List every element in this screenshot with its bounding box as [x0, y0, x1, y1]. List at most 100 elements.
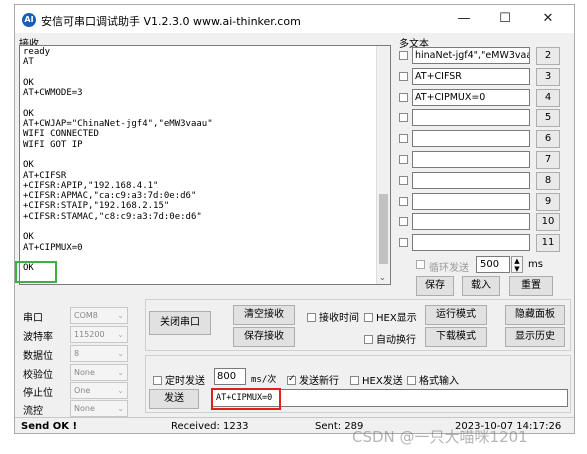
show-history-button[interactable]: 显示历史: [505, 327, 565, 347]
multi-row-checkbox[interactable]: [399, 155, 408, 164]
flow-select[interactable]: None ⌄: [70, 400, 128, 417]
receive-line: +CIFSR:STAMAC,"c8:c9:a3:7d:0e:d6": [23, 211, 202, 222]
loop-send-checkbox[interactable]: [416, 260, 425, 269]
multi-row-checkbox[interactable]: [399, 196, 408, 206]
port-value: COM8: [74, 311, 98, 320]
multi-row-send-button[interactable]: 3: [536, 67, 560, 86]
receive-line: [23, 222, 213, 232]
multi-row-send-button[interactable]: 6: [536, 130, 560, 149]
multi-row-input[interactable]: [412, 213, 530, 231]
flow-value: None: [74, 404, 95, 413]
baud-label: 波特率: [23, 332, 53, 343]
maximize-button[interactable]: ☐: [487, 9, 523, 29]
multi-row-checkbox[interactable]: [399, 92, 408, 102]
multi-row-send-button[interactable]: 8: [536, 171, 560, 190]
checkbox-box: [350, 376, 359, 385]
hex-send-checkbox[interactable]: HEX发送: [350, 372, 403, 387]
clear-receive-button[interactable]: 清空接收: [233, 305, 295, 325]
receive-line: OK: [23, 108, 34, 119]
flow-label: 流控: [23, 406, 43, 417]
receive-line: OK: [23, 160, 34, 171]
multi-row-checkbox[interactable]: [399, 217, 408, 227]
chevron-down-icon: ⌄: [117, 349, 124, 358]
multi-row-send-button[interactable]: 11: [536, 234, 560, 253]
multi-row-checkbox[interactable]: [399, 134, 408, 144]
load-multi-button[interactable]: 载入: [462, 276, 500, 296]
multi-row-input[interactable]: AT+CIPMUX=0: [412, 88, 530, 106]
download-mode-button[interactable]: 下载模式: [425, 327, 487, 347]
parity-value: None: [74, 368, 95, 377]
multi-text-row: hinaNet-jgf4","eMW3vaau" 2: [399, 47, 569, 65]
loop-interval-input[interactable]: 500: [476, 256, 510, 273]
watermark: CSDN @一只大喵咪1201: [352, 428, 528, 446]
hex-send-label: HEX发送: [362, 376, 403, 387]
parity-select[interactable]: None ⌄: [70, 364, 128, 381]
multi-row-send-button[interactable]: 10: [536, 213, 560, 232]
multi-row-input[interactable]: hinaNet-jgf4","eMW3vaau": [412, 47, 530, 64]
send-status: Send OK !: [21, 421, 78, 432]
save-receive-button[interactable]: 保存接收: [233, 327, 295, 347]
receive-textarea[interactable]: ready AT OK AT+CWMODE=3 OK AT+CWJAP="ChinaNet…: [19, 45, 391, 285]
title-bar[interactable]: AI 安信可串口调试助手 V1.2.3.0 www.ai-thinker.com…: [15, 5, 574, 33]
multi-row-input[interactable]: [412, 234, 530, 252]
multi-row-send-button[interactable]: 9: [536, 192, 560, 211]
format-input-label: 格式输入: [419, 376, 459, 387]
parity-label: 校验位: [23, 370, 53, 381]
multi-row-input[interactable]: [412, 171, 530, 189]
multi-row-input[interactable]: [412, 130, 530, 148]
databits-select[interactable]: 8 ⌄: [70, 345, 128, 362]
checkbox-box: [287, 374, 296, 385]
receive-line: AT+CWMODE=3: [23, 88, 83, 99]
multi-row-input[interactable]: AT+CIFSR: [412, 67, 530, 85]
receive-scrollbar[interactable]: ⌄: [376, 46, 390, 284]
port-select[interactable]: COM8 ⌄: [70, 307, 128, 324]
spinner-arrows-icon[interactable]: ▲ ▼: [511, 256, 523, 273]
checkbox-box: [307, 313, 316, 322]
multi-row-checkbox[interactable]: [399, 113, 408, 123]
multi-row-send-button[interactable]: 4: [536, 88, 560, 107]
chevron-down-icon: ⌄: [117, 404, 124, 413]
format-input-checkbox[interactable]: 格式输入: [407, 372, 459, 387]
checkbox-box: [407, 376, 416, 385]
close-port-button[interactable]: 关闭串口: [149, 311, 211, 335]
multi-row-checkbox[interactable]: [399, 71, 408, 81]
multi-row-input[interactable]: [412, 192, 530, 210]
multi-text-row: 10: [399, 213, 569, 232]
baud-value: 115200: [74, 330, 105, 339]
timed-interval-input[interactable]: 800: [214, 368, 246, 385]
auto-wrap-checkbox[interactable]: 自动换行: [364, 331, 416, 346]
app-logo-icon: AI: [22, 13, 36, 27]
receive-line: [23, 98, 213, 108]
receive-line: ready: [23, 47, 51, 57]
multi-text-row: AT+CIFSR 3: [399, 67, 569, 86]
timed-send-checkbox[interactable]: 定时发送: [153, 372, 205, 387]
scroll-down-arrow-icon[interactable]: ⌄: [379, 273, 386, 282]
run-mode-button[interactable]: 运行模式: [425, 305, 487, 325]
multi-text-row: 5: [399, 109, 569, 128]
scrollbar-thumb[interactable]: [379, 194, 388, 264]
multi-row-checkbox[interactable]: [399, 238, 408, 248]
reset-multi-button[interactable]: 重置: [509, 276, 553, 296]
receive-line: WIFI GOT IP: [23, 139, 83, 150]
receive-line: AT: [23, 57, 34, 68]
hex-display-checkbox[interactable]: HEX显示: [364, 309, 417, 324]
receive-line: +CIFSR:STAIP,"192.168.2.15": [23, 201, 170, 212]
multi-row-input[interactable]: [412, 151, 530, 168]
multi-row-send-button[interactable]: 5: [536, 109, 560, 128]
databits-label: 数据位: [23, 351, 53, 362]
hide-panel-button[interactable]: 隐藏面板: [505, 305, 565, 325]
multi-row-input[interactable]: [412, 109, 530, 127]
minimize-button[interactable]: —: [446, 9, 482, 29]
close-button[interactable]: ✕: [530, 9, 566, 29]
checkbox-box: [364, 313, 373, 322]
multi-row-checkbox[interactable]: [399, 175, 408, 185]
baud-select[interactable]: 115200 ⌄: [70, 326, 128, 343]
send-newline-checkbox[interactable]: 发送新行: [287, 372, 339, 387]
send-button[interactable]: 发送: [149, 389, 199, 409]
receive-time-checkbox[interactable]: 接收时间: [307, 309, 359, 324]
multi-row-checkbox[interactable]: [399, 51, 408, 60]
save-multi-button[interactable]: 保存: [416, 276, 454, 296]
stopbits-select[interactable]: One ⌄: [70, 382, 128, 399]
multi-row-send-button[interactable]: 2: [536, 47, 560, 65]
multi-row-send-button[interactable]: 7: [536, 151, 560, 169]
